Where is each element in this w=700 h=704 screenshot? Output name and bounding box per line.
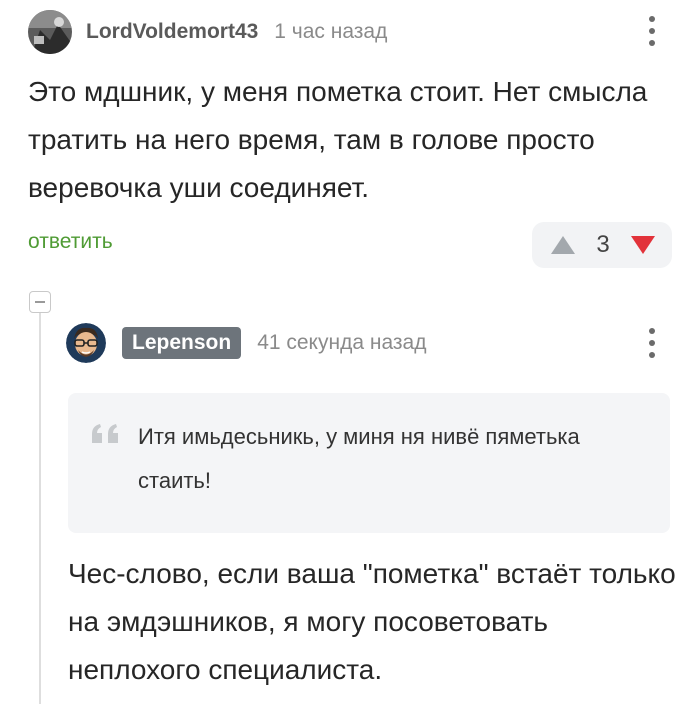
grayscale-photo-avatar-icon xyxy=(28,10,72,54)
vertical-dots-icon[interactable] xyxy=(644,14,660,48)
rating-box: 3 xyxy=(532,222,672,268)
vote-down-button[interactable] xyxy=(628,232,658,258)
quote-marks-icon xyxy=(92,424,118,443)
quote-text: Итя имьдесьникь, у миня ня нивё пяметька… xyxy=(138,424,580,493)
thread-line[interactable] xyxy=(39,313,41,704)
reply-text: Чес-слово, если ваша "пометка" встаёт то… xyxy=(68,558,676,685)
comment-text: Это мдшник, у меня пометка стоит. Нет см… xyxy=(28,76,648,203)
comment-header: LordVoldemort43 1 час назад xyxy=(28,10,387,54)
reply-author-avatar[interactable] xyxy=(66,323,106,363)
reply-header: Lepenson 41 секунда назад xyxy=(66,322,426,364)
vertical-dots-icon[interactable] xyxy=(644,326,660,360)
author-name[interactable]: LordVoldemort43 xyxy=(86,20,258,44)
reply-timestamp[interactable]: 41 секунда назад xyxy=(257,331,426,355)
rating-value: 3 xyxy=(596,231,610,258)
vote-up-button[interactable] xyxy=(548,232,578,258)
reply-author-name[interactable]: Lepenson xyxy=(122,327,242,359)
comment-timestamp[interactable]: 1 час назад xyxy=(274,20,387,44)
minus-icon xyxy=(35,301,45,303)
reply-link[interactable]: ответить xyxy=(28,230,113,254)
author-avatar[interactable] xyxy=(28,10,72,54)
triangle-down-icon xyxy=(630,236,655,254)
quote-block: Итя имьдесьникь, у миня ня нивё пяметька… xyxy=(68,393,670,533)
triangle-up-icon xyxy=(551,236,575,254)
collapse-thread-button[interactable] xyxy=(29,291,51,313)
cartoon-face-avatar-icon xyxy=(66,323,106,363)
